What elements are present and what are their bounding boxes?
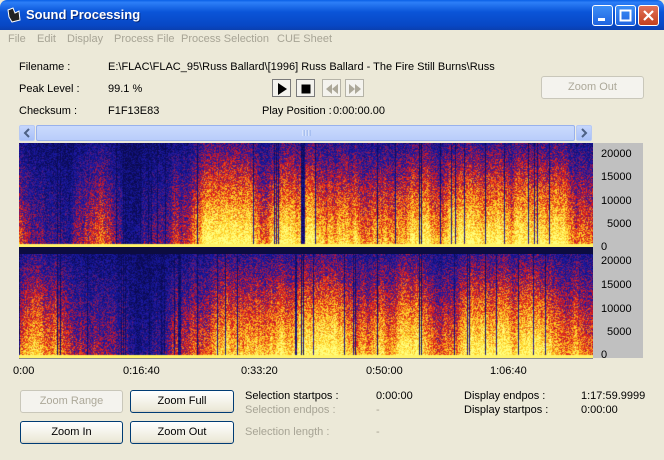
zoom-out-button[interactable]: Zoom Out bbox=[130, 421, 234, 444]
y-tick-ch1-0: 0 bbox=[601, 241, 608, 253]
y-tick-ch2-10000: 10000 bbox=[601, 303, 632, 315]
spectrogram-channel-left[interactable] bbox=[19, 143, 593, 247]
menu-process-selection[interactable]: Process Selection bbox=[181, 33, 269, 45]
menu-file[interactable]: File bbox=[8, 33, 26, 45]
x-tick-3: 0:50:00 bbox=[366, 365, 403, 377]
filename-value: E:\FLAC\FLAC_95\Russ Ballard\[1996] Russ… bbox=[108, 61, 495, 73]
y-tick-ch2-0: 0 bbox=[601, 349, 608, 361]
spectrogram-channel-right[interactable] bbox=[19, 254, 593, 358]
zoom-full-button[interactable]: Zoom Full bbox=[130, 390, 234, 413]
minimize-icon bbox=[598, 18, 605, 21]
selection-endpos-value: - bbox=[376, 404, 380, 416]
y-tick-ch2-15000: 15000 bbox=[601, 279, 632, 291]
rewind-button[interactable] bbox=[322, 79, 341, 97]
y-tick-ch1-10000: 10000 bbox=[601, 195, 632, 207]
display-endpos-label: Display endpos : bbox=[464, 390, 546, 402]
scroll-left-button[interactable] bbox=[19, 125, 35, 141]
peak-level-value: 99.1 % bbox=[108, 83, 143, 95]
menu-process-file[interactable]: Process File bbox=[114, 33, 175, 45]
play-icon bbox=[278, 83, 287, 95]
play-button[interactable] bbox=[272, 79, 291, 97]
zoom-in-button[interactable]: Zoom In bbox=[20, 421, 123, 444]
x-tick-1: 0:16:40 bbox=[123, 365, 160, 377]
window-title: Sound Processing bbox=[26, 7, 141, 22]
display-endpos-value: 1:17:59.9999 bbox=[581, 390, 646, 402]
y-tick-ch1-20000: 20000 bbox=[601, 148, 632, 160]
filename-label: Filename : bbox=[19, 61, 71, 73]
display-startpos-label: Display startpos : bbox=[464, 404, 549, 416]
fast-forward-icon bbox=[349, 84, 361, 94]
checksum-value: F1F13E83 bbox=[108, 105, 160, 117]
grip-icon bbox=[302, 130, 311, 136]
app-icon bbox=[7, 7, 21, 23]
fast-forward-button[interactable] bbox=[345, 79, 364, 97]
play-position-value: 0:00:00.00 bbox=[333, 105, 385, 117]
time-axis: 0:00 0:16:40 0:33:20 0:50:00 1:06:40 bbox=[13, 358, 593, 378]
x-tick-2: 0:33:20 bbox=[241, 365, 278, 377]
x-tick-4: 1:06:40 bbox=[490, 365, 527, 377]
menu-display[interactable]: Display bbox=[67, 33, 103, 45]
spectrogram[interactable] bbox=[19, 143, 593, 358]
y-tick-ch2-20000: 20000 bbox=[601, 255, 632, 267]
stop-icon bbox=[301, 84, 311, 94]
zoom-range-button[interactable]: Zoom Range bbox=[20, 390, 123, 413]
scroll-thumb[interactable] bbox=[36, 125, 575, 141]
display-startpos-value: 0:00:00 bbox=[581, 404, 618, 416]
rewind-icon bbox=[326, 84, 338, 94]
selection-endpos-label: Selection endpos : bbox=[245, 404, 336, 416]
title-bar[interactable]: Sound Processing bbox=[0, 0, 664, 30]
frequency-axis: 20000 15000 10000 5000 0 20000 15000 100… bbox=[593, 143, 643, 361]
close-icon bbox=[643, 10, 654, 21]
play-position-label: Play Position : bbox=[262, 105, 332, 117]
y-tick-ch1-15000: 15000 bbox=[601, 171, 632, 183]
y-tick-ch2-5000: 5000 bbox=[607, 326, 632, 338]
selection-length-label: Selection length : bbox=[245, 426, 330, 438]
menu-cue-sheet[interactable]: CUE Sheet bbox=[277, 33, 332, 45]
peak-level-label: Peak Level : bbox=[19, 83, 80, 95]
close-button[interactable] bbox=[638, 5, 659, 26]
chevron-right-icon bbox=[581, 128, 588, 138]
menu-bar: File Edit Display Process File Process S… bbox=[0, 30, 664, 48]
selection-length-value: - bbox=[376, 426, 380, 438]
checksum-label: Checksum : bbox=[19, 105, 78, 117]
maximize-button[interactable] bbox=[615, 5, 636, 26]
stop-button[interactable] bbox=[296, 79, 315, 97]
scroll-right-button[interactable] bbox=[576, 125, 592, 141]
channel-separator bbox=[19, 247, 593, 254]
maximize-icon bbox=[619, 9, 632, 22]
zoom-out-top-button[interactable]: Zoom Out bbox=[541, 76, 644, 99]
chevron-left-icon bbox=[23, 128, 30, 138]
minimize-button[interactable] bbox=[592, 5, 613, 26]
selection-startpos-label: Selection startpos : bbox=[245, 390, 339, 402]
y-tick-ch1-5000: 5000 bbox=[607, 218, 632, 230]
horizontal-scrollbar[interactable] bbox=[19, 125, 592, 141]
selection-startpos-value: 0:00:00 bbox=[376, 390, 413, 402]
menu-edit[interactable]: Edit bbox=[37, 33, 56, 45]
x-tick-0: 0:00 bbox=[13, 365, 35, 377]
